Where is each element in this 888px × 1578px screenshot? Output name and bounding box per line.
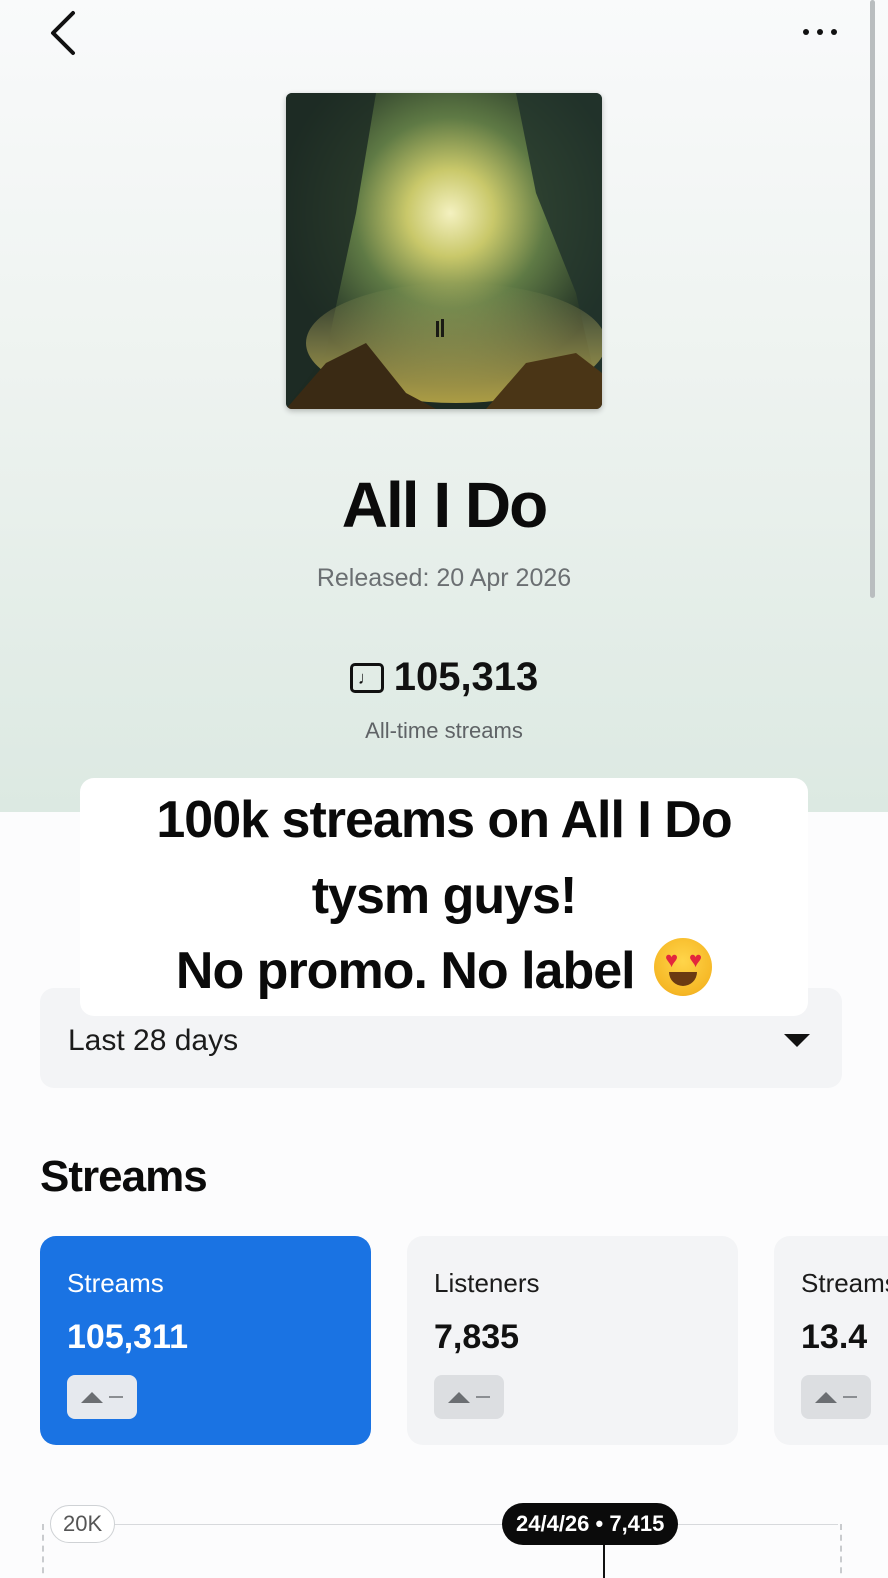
cover-artwork [286,93,602,409]
date-range-label: Last 28 days [68,1024,239,1057]
all-time-streams-caption: All-time streams [365,718,523,743]
all-time-streams-value: 105,313 [393,655,539,699]
y-axis-tick: 20K [50,1505,116,1543]
release-date: Released: 20 Apr 2026 [316,564,572,592]
music-note-icon: ♩ [349,662,384,693]
caption-line-2: tysm guys! [311,867,578,925]
caption-line-1: 100k streams on All I Do [156,791,732,849]
stat-card-listeners[interactable]: Listeners 7,835 [407,1236,738,1445]
trend-badge [801,1375,871,1419]
trend-up-icon [81,1391,103,1403]
stat-value: 105,311 [67,1318,189,1356]
chart-gridline [68,1524,838,1525]
chart-tooltip: 24/4/26 • 7,415 [502,1503,679,1545]
stat-label: Listeners [434,1268,540,1298]
caption-line-3-row: No promo. No label ♥ ♥ [0,938,888,1001]
chart-cursor-line[interactable] [603,1545,605,1578]
more-options-button[interactable] [790,12,850,52]
trend-up-icon [815,1391,837,1403]
trend-badge [434,1375,504,1419]
stat-card-streams-per-listener[interactable]: Streams / listener 13.4 [774,1236,888,1445]
all-time-streams: ♩ 105,313 [0,655,888,700]
track-title: All I Do [341,469,548,541]
more-horizontal-icon [803,29,809,35]
back-button[interactable] [36,6,90,60]
caption-line-3: No promo. No label [175,942,636,1000]
trend-badge [67,1375,137,1419]
chevron-left-icon [51,11,75,55]
section-title-streams: Streams [40,1152,208,1201]
album-cover [286,93,602,409]
stat-label: Streams / listener [801,1268,888,1298]
stat-value: 7,835 [434,1318,520,1356]
stat-card-streams[interactable]: Streams 105,311 [40,1236,371,1445]
stat-value: 13.4 [801,1318,868,1356]
stat-label: Streams [67,1268,164,1298]
heart-eyes-emoji-icon: ♥ ♥ [654,938,713,996]
streams-chart[interactable] [42,1524,842,1578]
trend-up-icon [448,1391,470,1403]
caret-down-icon [784,1034,810,1047]
